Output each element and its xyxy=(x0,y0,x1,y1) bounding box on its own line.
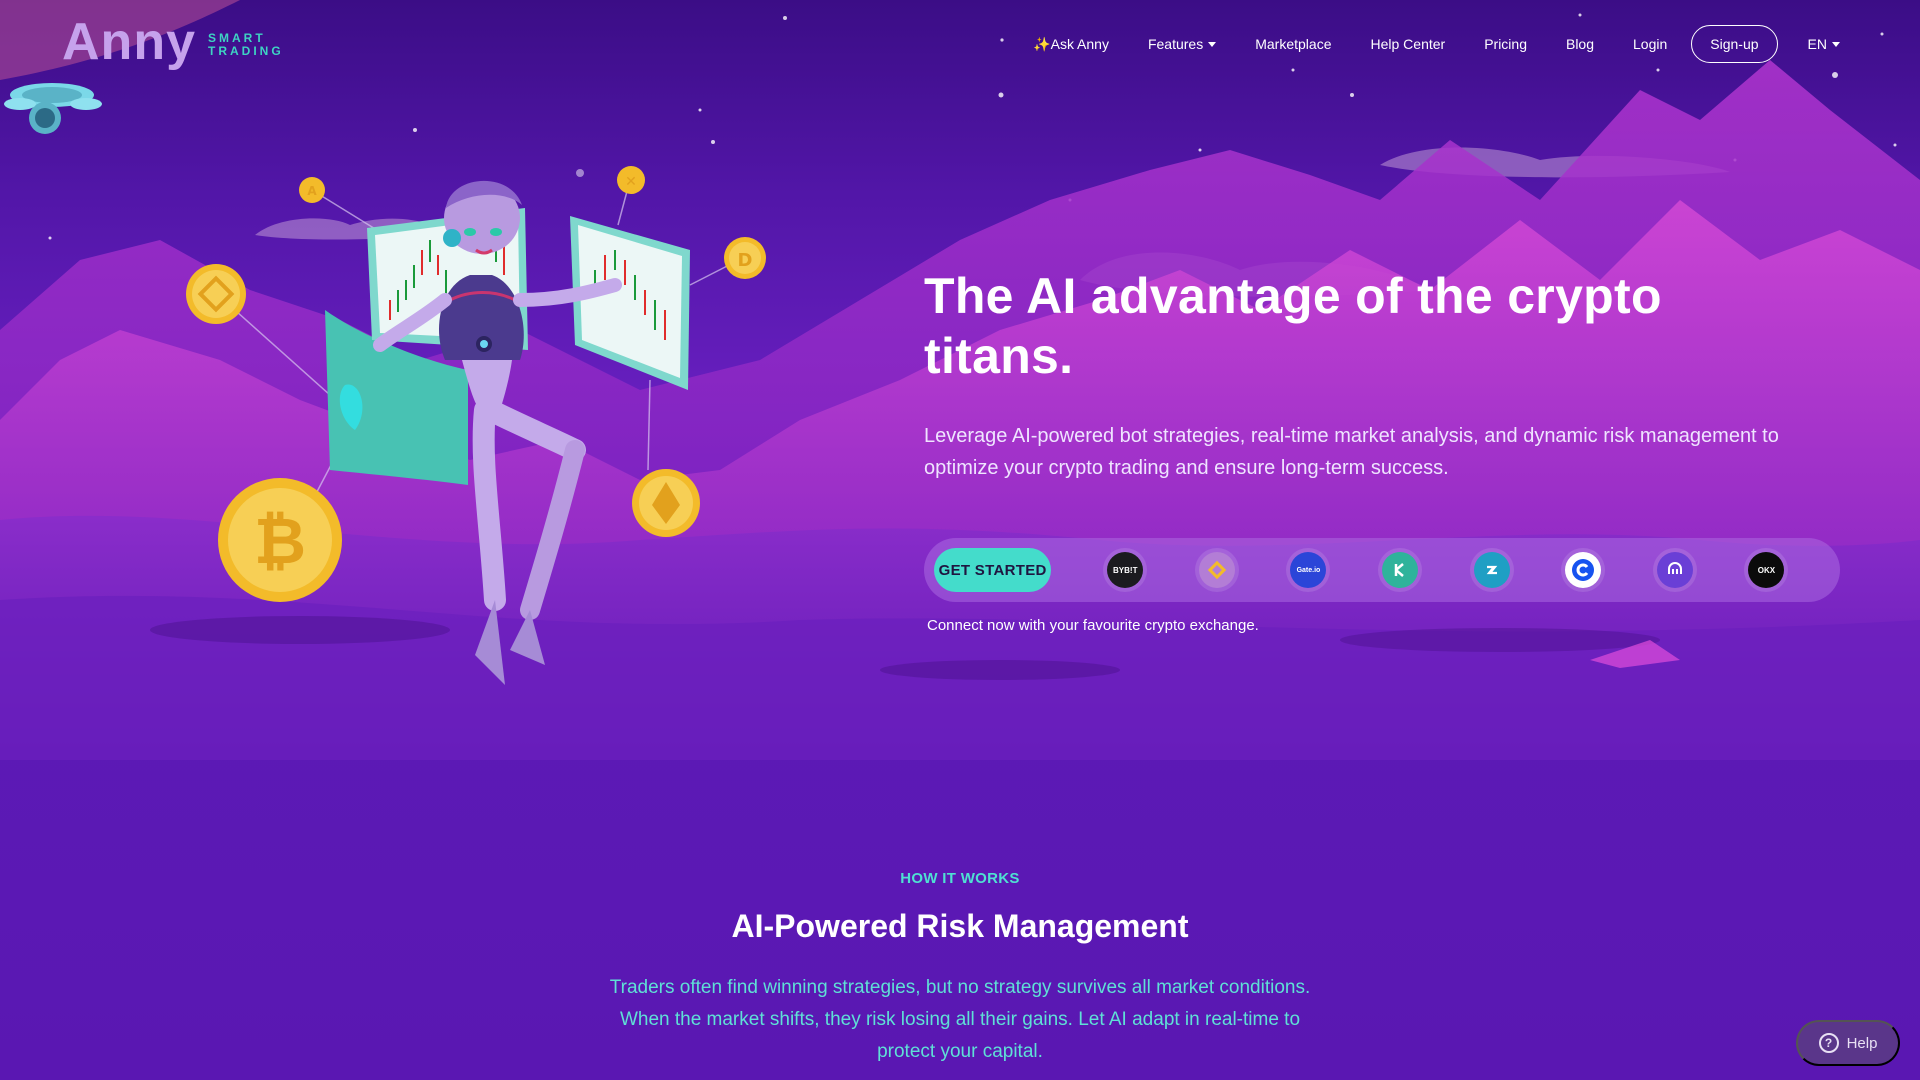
logo-tagline: SMART TRADING xyxy=(208,31,284,58)
nav-ask-anny-label: ✨Ask Anny xyxy=(1033,35,1109,52)
chevron-down-icon xyxy=(1208,41,1217,47)
nav-ask-anny[interactable]: ✨Ask Anny xyxy=(1033,36,1109,53)
exchange-bar: GET STARTED BYB!T Gate.io OKX xyxy=(924,538,1840,602)
svg-text:D: D xyxy=(738,250,753,271)
question-icon: ? xyxy=(1818,1033,1839,1053)
drone-illustration xyxy=(4,83,102,134)
nav-blog[interactable]: Blog xyxy=(1566,36,1594,52)
svg-text:₿: ₿ xyxy=(254,505,306,579)
gateio-icon[interactable]: Gate.io xyxy=(1290,552,1327,588)
nav-help-center[interactable]: Help Center xyxy=(1370,36,1445,52)
help-label: Help xyxy=(1846,1034,1878,1052)
nav-blog-label: Blog xyxy=(1565,36,1595,52)
kucoin-icon[interactable] xyxy=(1382,552,1419,588)
exchange-list: BYB!T Gate.io OKX xyxy=(1107,552,1840,588)
nav-login[interactable]: Login xyxy=(1633,36,1667,52)
nav-login-label: Login xyxy=(1633,36,1668,52)
nav-pricing[interactable]: Pricing xyxy=(1484,36,1527,52)
nav-pricing-label: Pricing xyxy=(1484,36,1527,52)
language-selector[interactable]: EN xyxy=(1808,36,1840,52)
section-title: AI-Powered Risk Management xyxy=(731,908,1189,944)
nav-features-label: Features xyxy=(1147,36,1204,52)
logo-wordmark: Anny xyxy=(62,13,196,71)
chevron-down-icon xyxy=(1832,41,1840,47)
nav-features[interactable]: Features xyxy=(1147,36,1217,52)
get-started-button[interactable]: GET STARTED xyxy=(934,548,1052,592)
kraken-icon[interactable] xyxy=(1656,552,1693,588)
svg-text:A: A xyxy=(307,184,317,198)
help-widget-button[interactable]: ? Help xyxy=(1796,1020,1900,1066)
nav-help-center-label: Help Center xyxy=(1370,36,1446,52)
section-description: Traders often find winning strategies, b… xyxy=(609,977,1311,1062)
hero-description: Leverage AI-powered bot strategies, real… xyxy=(924,425,1779,479)
section-label: HOW IT WORKS xyxy=(900,870,1020,887)
binance-icon[interactable] xyxy=(1198,552,1235,588)
coinbase-icon[interactable] xyxy=(1565,552,1602,588)
bitget-icon[interactable] xyxy=(1473,552,1510,588)
nav-marketplace[interactable]: Marketplace xyxy=(1255,36,1331,52)
exchange-caption: Connect now with your favourite crypto e… xyxy=(927,617,1259,634)
main-nav: ✨Ask Anny Features Marketplace Help Cent… xyxy=(1033,25,1840,63)
site-header: Anny SMART TRADING ✨Ask Anny Features Ma… xyxy=(0,0,1920,90)
nav-marketplace-label: Marketplace xyxy=(1255,36,1332,52)
hero-title: The AI advantage of the crypto titans. xyxy=(924,268,1662,384)
okx-icon[interactable]: OKX xyxy=(1748,552,1785,588)
bybit-icon[interactable]: BYB!T xyxy=(1107,552,1144,588)
language-label: EN xyxy=(1807,36,1827,52)
robot-trader-illustration: ₿ D ✕ A xyxy=(4,83,766,685)
svg-text:✕: ✕ xyxy=(625,174,637,190)
signup-button[interactable]: Sign-up xyxy=(1691,25,1778,63)
brand-logo[interactable]: Anny SMART TRADING xyxy=(62,13,284,71)
